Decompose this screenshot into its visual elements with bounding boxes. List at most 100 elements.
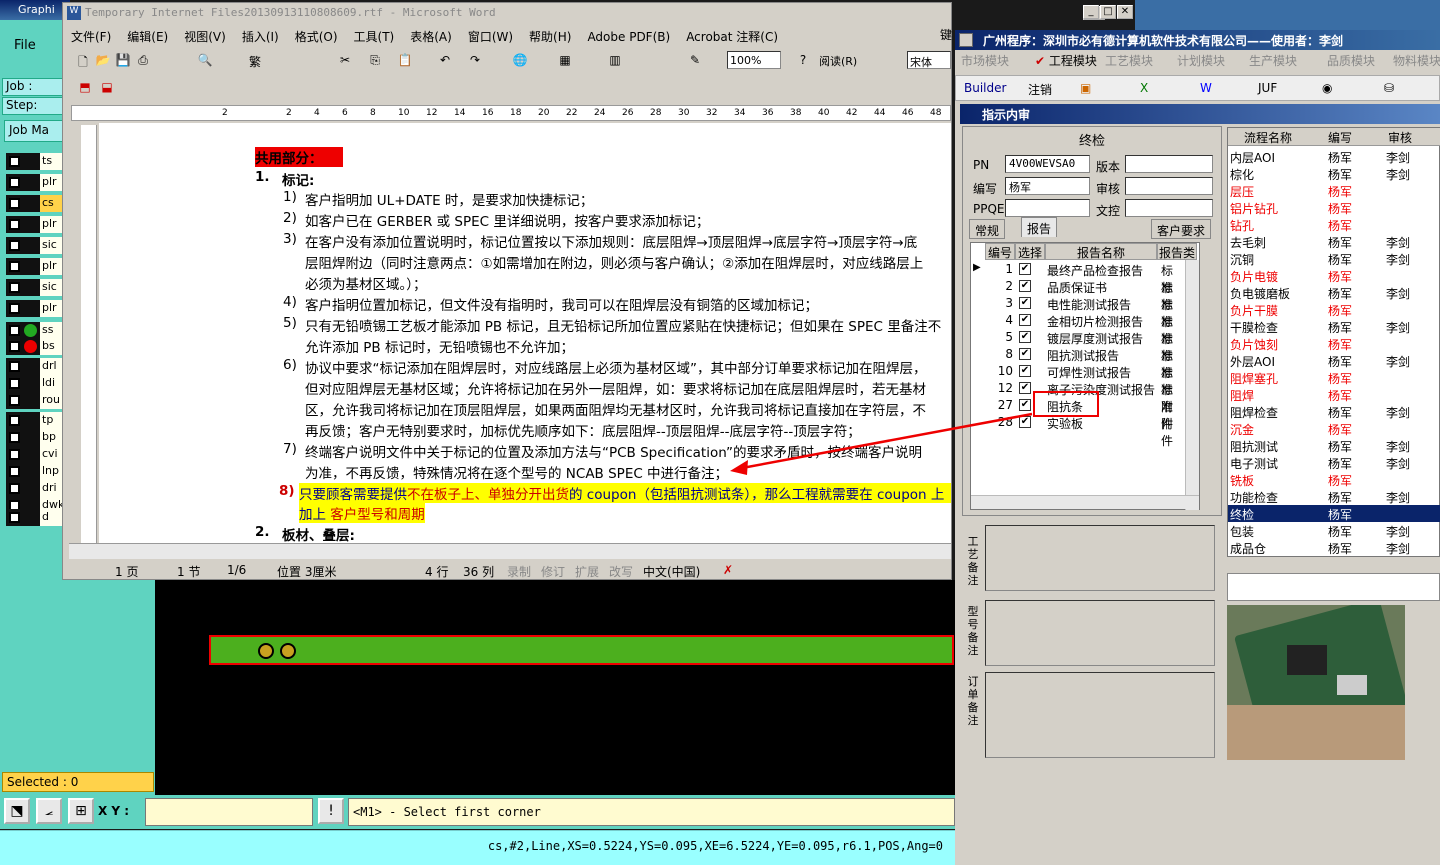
col-report-name[interactable]: 报告名称 [1045, 243, 1157, 260]
layer-checkbox[interactable] [9, 261, 20, 272]
report-row[interactable]: 3 ✔ 电性能测试报告 标准 [971, 295, 1183, 329]
menu-item[interactable]: 窗口(W) [460, 25, 521, 48]
process-row[interactable]: 铣板 杨军 [1228, 471, 1440, 488]
reading-button[interactable]: 阅读(R) [819, 53, 857, 69]
open-icon[interactable]: 📂 [95, 53, 111, 68]
layer-checkbox[interactable] [9, 219, 20, 230]
report-checkbox[interactable]: ✔ [1019, 382, 1031, 394]
layer-checkbox[interactable] [9, 483, 20, 494]
new-doc-icon[interactable]: 🗋 [75, 53, 91, 69]
tab-customer-requirements[interactable]: 客户要求 [1151, 219, 1212, 239]
layer-row[interactable]: sic [6, 237, 62, 254]
layer-checkbox[interactable] [9, 449, 20, 460]
cut-icon[interactable]: ✂ [337, 53, 353, 68]
layer-row[interactable]: dri [6, 480, 62, 497]
menu-item[interactable]: 插入(I) [234, 25, 287, 48]
module-tab[interactable]: 工艺模块 [1105, 52, 1153, 69]
ppqe-field[interactable] [1005, 199, 1090, 217]
model-note-field[interactable] [985, 600, 1215, 666]
process-row[interactable]: 层压 杨军 [1228, 182, 1440, 199]
layer-row[interactable]: plr [6, 216, 62, 233]
word-maximize-button[interactable]: □ [1100, 5, 1116, 19]
process-row[interactable]: 成品仓 杨军 李剑 [1228, 539, 1440, 556]
layer-row[interactable]: ss [6, 322, 62, 339]
zoom-select[interactable]: 100% [727, 51, 781, 69]
process-row[interactable]: 包装 杨军 李剑 [1228, 522, 1440, 539]
col-select[interactable]: 选择 [1015, 243, 1045, 260]
layer-checkbox[interactable] [9, 282, 20, 293]
menu-item[interactable]: 工具(T) [346, 25, 403, 48]
version-field[interactable] [1125, 155, 1213, 173]
module-tab[interactable]: 生产模块 [1249, 52, 1297, 69]
menu-item[interactable]: Adobe PDF(B) [579, 27, 678, 47]
layer-checkbox[interactable] [9, 341, 20, 352]
process-row[interactable]: 负片蚀刻 杨军 [1228, 335, 1440, 352]
paste-icon[interactable]: 📋 [397, 53, 413, 68]
process-row[interactable]: 阻抗测试 杨军 李剑 [1228, 437, 1440, 454]
cam-file-menu[interactable]: File [4, 26, 64, 74]
layer-checkbox[interactable] [9, 415, 20, 426]
layer-checkbox[interactable] [9, 378, 20, 389]
process-row[interactable]: 铝片钻孔 杨军 [1228, 199, 1440, 216]
job-manager-button[interactable]: Job Ma [4, 120, 64, 142]
report-hscroll[interactable] [971, 495, 1199, 509]
report-row[interactable]: ▶ 1 ✔ 最终产品检查报告 标准 [971, 261, 1183, 295]
process-row[interactable]: 阻焊检查 杨军 李剑 [1228, 403, 1440, 420]
report-checkbox[interactable]: ✔ [1019, 263, 1031, 275]
columns-icon[interactable]: ▥ [607, 53, 623, 68]
author-field[interactable]: 杨军 [1005, 177, 1090, 195]
alert-icon[interactable]: ! [318, 798, 344, 824]
order-note-field[interactable] [985, 672, 1215, 758]
status-ext[interactable]: 扩展 [575, 563, 599, 580]
copy-icon[interactable]: ⎘ [367, 53, 383, 68]
print-icon[interactable]: ⎙ [135, 53, 151, 68]
layer-row[interactable]: cvi [6, 446, 62, 463]
table-icon[interactable]: ▦ [557, 53, 573, 68]
reviewer-field[interactable] [1125, 177, 1213, 195]
layer-row[interactable]: plr [6, 258, 62, 275]
layer-checkbox[interactable] [9, 177, 20, 188]
process-row[interactable]: 终检 杨军 [1228, 505, 1440, 522]
process-row[interactable]: 内层AOI 杨军 李剑 [1228, 148, 1440, 165]
save-icon[interactable]: 💾 [115, 53, 131, 68]
preview-eye-icon[interactable]: ◉ [1322, 81, 1332, 95]
pdf-icon[interactable]: ⬒ [77, 80, 93, 95]
report-checkbox[interactable]: ✔ [1019, 280, 1031, 292]
process-row[interactable]: 去毛刺 杨军 李剑 [1228, 233, 1440, 250]
database-icon[interactable]: ⛁ [1384, 81, 1394, 95]
cam-pad[interactable] [280, 643, 296, 659]
document-page[interactable]: 共用部分： 1. 标记: 1) 客户指明加 UL+DATE 时，是要求加快捷标记；… [99, 123, 951, 543]
process-row[interactable]: 负片干膜 杨军 [1228, 301, 1440, 318]
report-checkbox[interactable]: ✔ [1019, 348, 1031, 360]
module-tab[interactable]: 计划模块 [1177, 52, 1225, 69]
tab-report[interactable]: 报告 [1021, 217, 1058, 237]
juf-button[interactable]: JUF [1258, 81, 1277, 95]
col-id[interactable]: 编号 [985, 243, 1015, 260]
word-icon[interactable]: W [1200, 81, 1212, 95]
layer-checkbox[interactable] [9, 361, 20, 372]
layer-row[interactable]: bs [6, 338, 62, 355]
process-row[interactable]: 沉金 杨军 [1228, 420, 1440, 437]
layer-checkbox[interactable] [9, 240, 20, 251]
redo-icon[interactable]: ↷ [467, 53, 483, 68]
measure-icon[interactable]: ⦟ [36, 798, 62, 824]
menu-item[interactable]: Acrobat 注释(C) [678, 25, 786, 48]
layer-checkbox[interactable] [9, 432, 20, 443]
process-row[interactable]: 外层AOI 杨军 李剑 [1228, 352, 1440, 369]
col-report-type[interactable]: 报告类 [1157, 243, 1197, 260]
col-process[interactable]: 流程名称 [1244, 129, 1292, 146]
tab-general[interactable]: 常规 [969, 219, 1006, 239]
layer-row[interactable]: ldi [6, 375, 62, 392]
layer-checkbox[interactable] [9, 198, 20, 209]
module-tab[interactable]: 物料模块 [1393, 52, 1440, 69]
col-author[interactable]: 编写 [1328, 129, 1352, 146]
undo-icon[interactable]: ↶ [437, 53, 453, 68]
menu-item[interactable]: 帮助(H) [521, 25, 579, 48]
excel-icon[interactable]: X [1140, 81, 1148, 95]
process-row[interactable]: 负片电镀 杨军 [1228, 267, 1440, 284]
report-row[interactable]: 10 ✔ 可焊性测试报告 标准 [971, 363, 1183, 397]
font-select[interactable]: 宋体 [907, 51, 951, 69]
hyperlink-icon[interactable]: 🌐 [512, 53, 528, 68]
layer-checkbox[interactable] [9, 512, 20, 523]
report-row[interactable]: 8 ✔ 阻抗测试报告 标准 [971, 346, 1183, 380]
